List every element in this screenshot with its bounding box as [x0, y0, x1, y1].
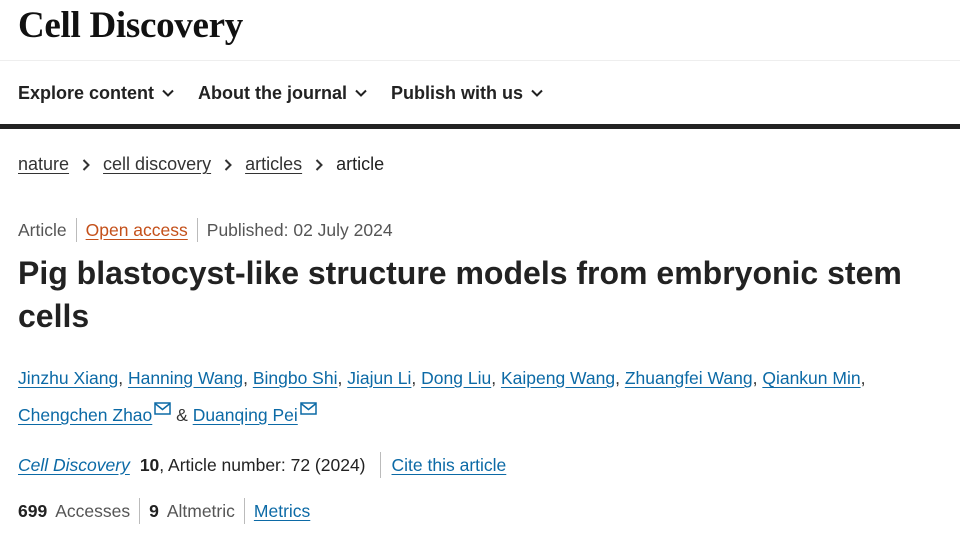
chevron-down-icon [531, 89, 543, 97]
breadcrumb: nature cell discovery articles article [18, 154, 384, 175]
published-date: Published: 02 July 2024 [206, 219, 393, 240]
article-meta: Article Open access Published: 02 July 2… [18, 218, 393, 242]
chevron-right-icon [82, 158, 90, 171]
article-type: Article [18, 219, 67, 240]
open-access-link[interactable]: Open access [86, 220, 188, 241]
author-separator: , [411, 368, 422, 388]
author-separator: , [118, 368, 128, 388]
author-link[interactable]: Duanqing Pei [193, 405, 298, 425]
author-link[interactable]: Zhuangfei Wang [625, 368, 753, 388]
nav-about-journal[interactable]: About the journal [198, 78, 367, 108]
nav-explore-content[interactable]: Explore content [18, 78, 174, 108]
nav-publish-with-us[interactable]: Publish with us [391, 78, 543, 108]
volume-number: 10 [139, 454, 160, 475]
header-divider [0, 60, 960, 61]
author-link[interactable]: Hanning Wang [128, 368, 243, 388]
accesses-count: 699 [18, 500, 48, 521]
divider [379, 452, 381, 478]
altmetric-label: Altmetric [166, 500, 235, 521]
divider [139, 498, 141, 524]
nav-item-label: Explore content [18, 82, 155, 103]
nav-item-label: About the journal [198, 82, 348, 103]
author-list: Jinzhu Xiang, Hanning Wang, Bingbo Shi, … [18, 360, 918, 434]
chevron-down-icon [162, 89, 174, 97]
accesses-label: Accesses [55, 500, 131, 521]
breadcrumb-cell-discovery[interactable]: cell discovery [103, 154, 211, 175]
author-link[interactable]: Qiankun Min [762, 368, 860, 388]
author-separator: , [860, 368, 866, 388]
chevron-right-icon [315, 158, 324, 171]
journal-link[interactable]: Cell Discovery [18, 455, 130, 476]
chevron-right-icon [224, 158, 233, 171]
author-separator: , [491, 368, 501, 388]
chevron-down-icon [355, 89, 367, 97]
citation-line: Cell Discovery 10 , Article number: 72 (… [18, 452, 506, 478]
nav-divider [0, 124, 960, 129]
author-separator: , [243, 368, 253, 388]
article-metrics: 699 Accesses 9 Altmetric Metrics [18, 498, 310, 524]
nav-item-label: Publish with us [391, 82, 524, 103]
author-link[interactable]: Jiajun Li [347, 368, 411, 388]
divider [75, 218, 77, 242]
breadcrumb-articles[interactable]: articles [245, 154, 302, 175]
metrics-link[interactable]: Metrics [254, 501, 310, 522]
journal-logo[interactable]: Cell Discovery [18, 4, 243, 48]
breadcrumb-current: article [336, 154, 385, 174]
cite-this-article-link[interactable]: Cite this article [392, 455, 507, 476]
article-number: , Article number: 72 (2024) [159, 454, 366, 475]
breadcrumb-nature[interactable]: nature [18, 154, 69, 175]
author-link[interactable]: Chengchen Zhao [18, 405, 152, 425]
divider [196, 218, 198, 242]
altmetric-count: 9 [149, 500, 159, 521]
author-separator: , [337, 368, 348, 388]
author-separator: , [615, 368, 625, 388]
author-link[interactable]: Dong Liu [421, 368, 491, 388]
author-link[interactable]: Kaipeng Wang [501, 368, 615, 388]
divider [243, 498, 245, 524]
envelope-icon[interactable] [154, 402, 172, 415]
author-separator: , [752, 368, 763, 388]
article-title: Pig blastocyst-like structure models fro… [18, 255, 902, 334]
author-link[interactable]: Bingbo Shi [253, 368, 338, 388]
main-nav: Explore content About the journal Publis… [18, 78, 567, 108]
envelope-icon[interactable] [300, 402, 317, 415]
author-link[interactable]: Jinzhu Xiang [18, 368, 118, 388]
author-separator: & [171, 405, 193, 425]
